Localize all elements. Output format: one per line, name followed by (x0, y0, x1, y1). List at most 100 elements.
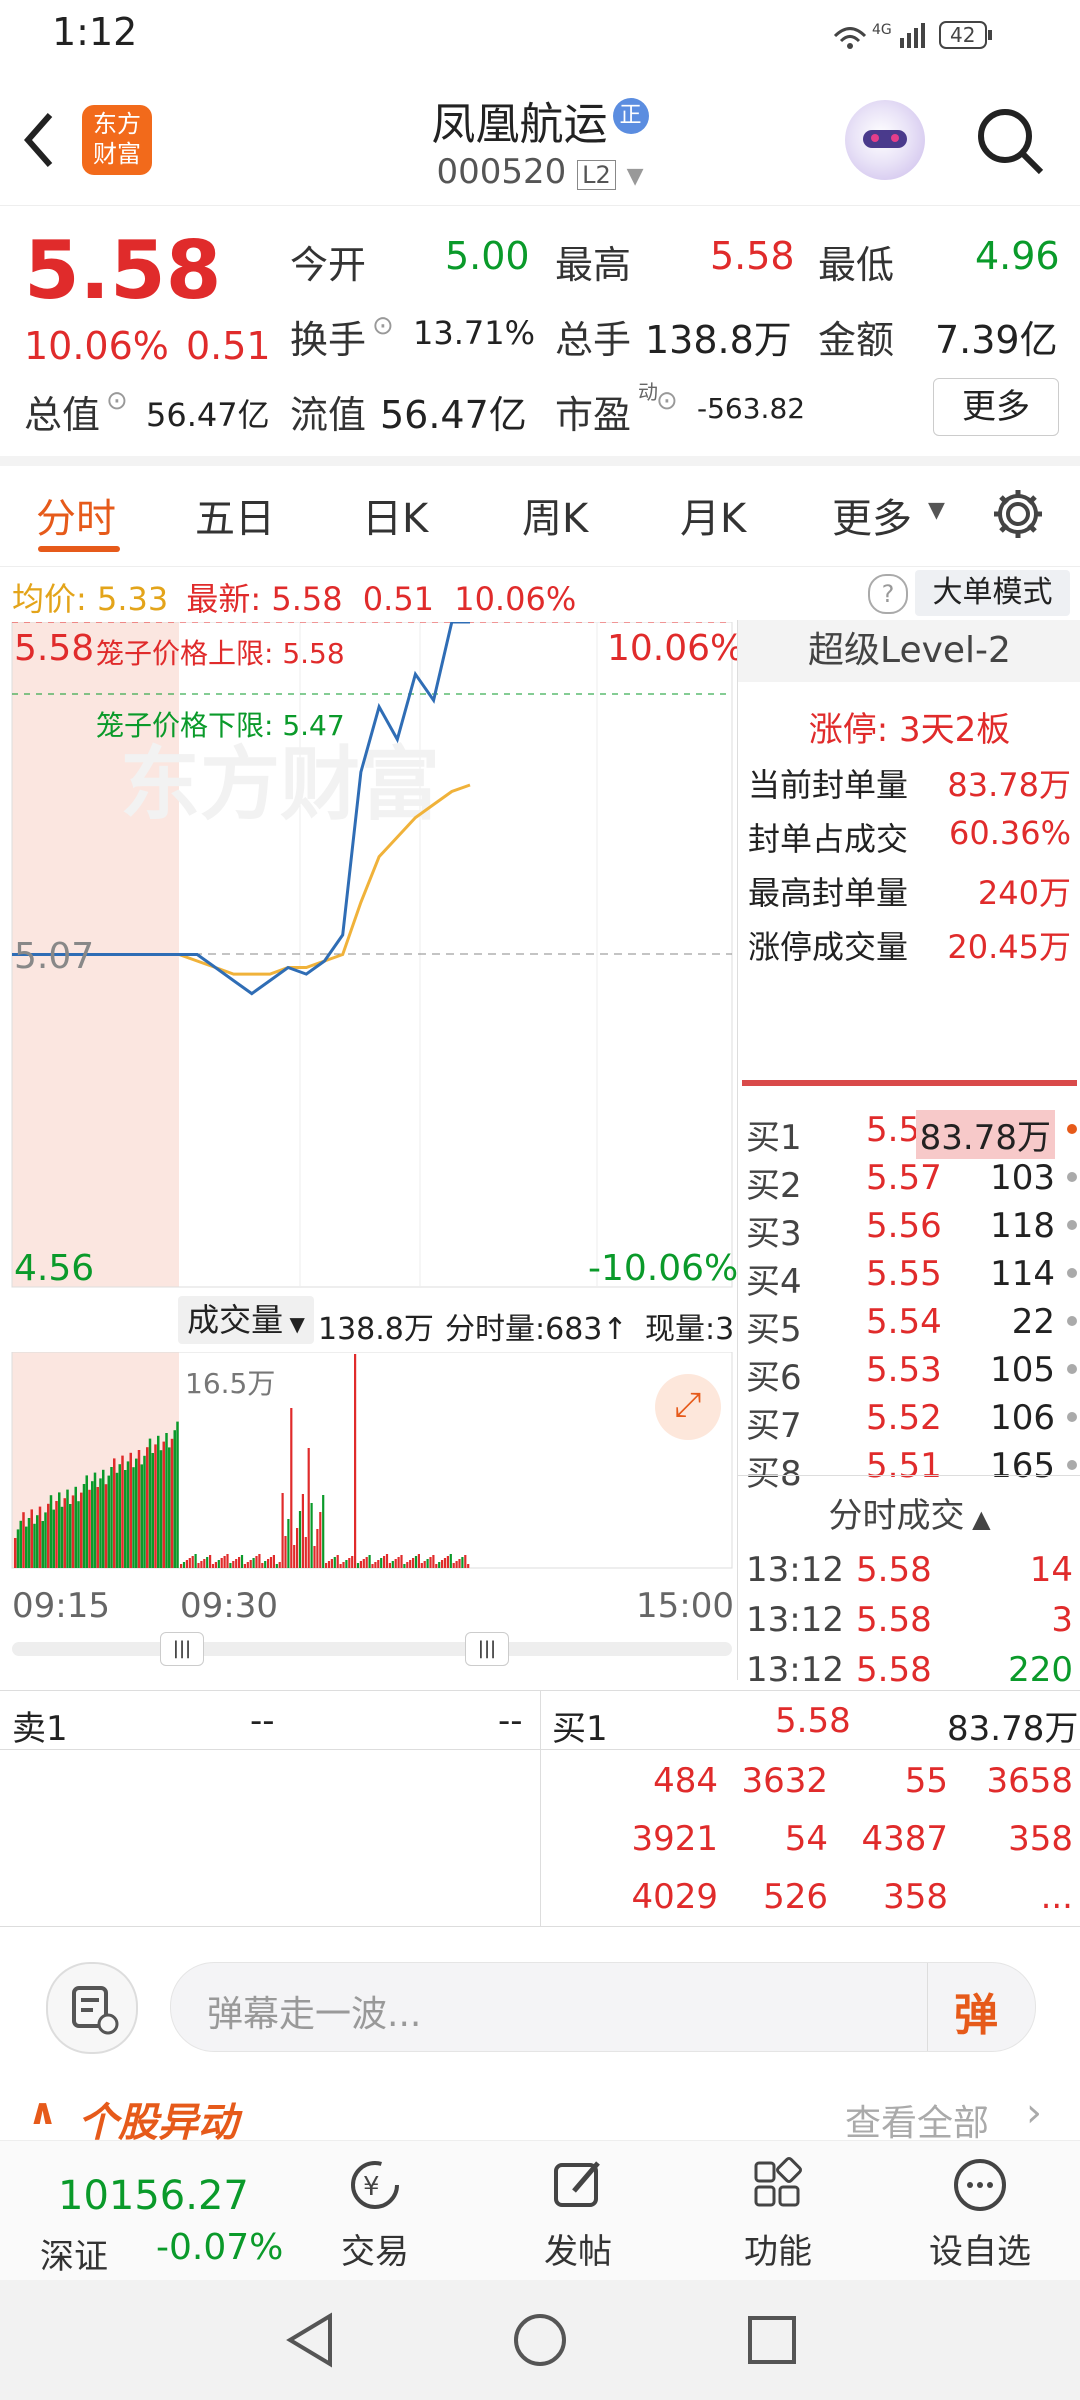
volume-bar (467, 1564, 470, 1568)
volume-bar (165, 1433, 168, 1568)
volume-bar (243, 1564, 246, 1568)
volume-bar (255, 1556, 258, 1568)
stock-alert-strip[interactable]: ∧ 个股异动 查看全部 › (0, 2090, 1080, 2146)
volume-bar (261, 1563, 264, 1568)
big-order-mode-button[interactable]: 大单模式 (915, 570, 1070, 616)
bid-price: 5.55 (866, 1254, 942, 1294)
tab-weekly[interactable]: 周K (522, 486, 588, 544)
tick-time: 13:12 (746, 1650, 844, 1690)
slider-handle-left[interactable]: ||| (160, 1632, 204, 1666)
bid-row[interactable]: 买5 5.54 22 (738, 1298, 1080, 1350)
volume-bar (400, 1555, 403, 1568)
volume-bar (121, 1455, 124, 1568)
volume-bar (110, 1467, 113, 1568)
volume-bar (322, 1495, 325, 1568)
tab-intraday[interactable]: 分时 (36, 486, 116, 544)
danmu-settings-icon[interactable] (46, 1962, 138, 2054)
volume-chart[interactable] (0, 1352, 737, 1577)
volume-bar (235, 1559, 238, 1568)
volume-bar (293, 1545, 296, 1568)
volume-bar (452, 1563, 455, 1568)
info-icon[interactable]: ⊙ (106, 386, 128, 416)
tab-monthly[interactable]: 月K (680, 486, 746, 544)
stock-code: 000520 (436, 152, 567, 192)
index-value: 10156.27 (58, 2173, 249, 2219)
bid-dot-icon (1067, 1364, 1077, 1374)
search-icon[interactable] (975, 106, 1047, 178)
view-all-link[interactable]: 查看全部 (845, 2094, 989, 2146)
bid-row[interactable]: 买7 5.52 106 (738, 1394, 1080, 1446)
danmu-bar: 弹幕走一波... 弹 (0, 1950, 1080, 2070)
nav-add-watchlist[interactable]: 设自选 (910, 2155, 1050, 2273)
danmu-input[interactable]: 弹幕走一波... 弹 (170, 1962, 1036, 2052)
volume-bar (391, 1561, 394, 1568)
system-home-icon[interactable] (510, 2310, 570, 2370)
volume-label: 成交量 (187, 1301, 284, 1339)
expand-icon[interactable]: ⤢ (655, 1374, 721, 1440)
level2-stat-value: 20.45万 (947, 928, 1071, 966)
tab-more[interactable]: 更多 (832, 486, 912, 544)
system-back-icon[interactable] (282, 2310, 338, 2370)
turnover-label: 换手 (290, 318, 367, 362)
bid-price: 5.54 (866, 1302, 942, 1342)
bid-row[interactable]: 买8 5.51 165 (738, 1442, 1080, 1494)
tab-daily[interactable]: 日K (362, 486, 428, 544)
volume-bar (298, 1511, 302, 1568)
nav-functions[interactable]: 功能 (708, 2155, 848, 2273)
bid-dot-icon (1067, 1316, 1077, 1326)
nav-post[interactable]: 发帖 (508, 2155, 648, 2273)
tick-volume: 3 (1051, 1600, 1073, 1640)
bid-dot-icon (1067, 1268, 1077, 1278)
bid-row[interactable]: 买4 5.55 114 (738, 1250, 1080, 1302)
volume-bar (356, 1563, 360, 1568)
volume-bar (362, 1559, 365, 1568)
danmu-send-button[interactable]: 弹 (954, 1979, 998, 2043)
volume-bar (380, 1558, 383, 1568)
volume-bar (214, 1562, 217, 1568)
level2-title[interactable]: 超级Level-2 (738, 620, 1080, 682)
volume-bar (176, 1421, 179, 1568)
volume-selector[interactable]: 成交量 ▼ (178, 1296, 314, 1344)
bid-label: 买4 (746, 1262, 802, 1302)
chevron-down-icon: ▼ (283, 1312, 305, 1336)
tick-trades-header[interactable]: 分时成交 ▲ (738, 1488, 1080, 1537)
gear-icon[interactable] (990, 486, 1046, 542)
info-icon[interactable]: ⊙ (656, 386, 678, 416)
nav-trade[interactable]: ¥ 交易 (305, 2155, 445, 2273)
volume-bar (458, 1559, 461, 1568)
info-icon[interactable]: ⊙ (372, 311, 394, 341)
volume-bar (246, 1562, 249, 1568)
bid-label: 买2 (746, 1166, 802, 1206)
more-button[interactable]: 更多 (933, 378, 1059, 436)
volume-bar (348, 1558, 351, 1568)
bid-volume: 165 (990, 1446, 1055, 1486)
bid-row[interactable]: 买6 5.53 105 (738, 1346, 1080, 1398)
volume-bar (140, 1464, 143, 1568)
bid-row[interactable]: 买2 5.57 103 (738, 1154, 1080, 1206)
pe-label: 市盈 (555, 393, 632, 437)
robot-avatar-icon[interactable] (845, 100, 925, 180)
volume-bar (426, 1559, 429, 1568)
queue-cell: 484 (653, 1761, 718, 1801)
help-icon[interactable]: ? (868, 574, 908, 614)
volume-bar (99, 1478, 102, 1568)
volume-bar (275, 1564, 278, 1568)
volume-bar (446, 1556, 449, 1568)
volume-bar (82, 1484, 86, 1568)
index-ticker[interactable]: 10156.27 深证 -0.07% (0, 2141, 290, 2281)
tab-5day[interactable]: 五日 (195, 486, 275, 544)
system-recents-icon[interactable] (742, 2310, 802, 2370)
volume-bar (180, 1564, 183, 1568)
volume-bar (168, 1447, 171, 1568)
volume-bar (107, 1475, 110, 1568)
top-pct-label: 10.06% (607, 628, 745, 669)
quote-panel: 5.58 10.06% 0.51 今开 5.00 最高 5.58 最低 4.96… (0, 206, 1080, 466)
volume-bar (449, 1554, 452, 1568)
time-slider-track[interactable] (12, 1642, 732, 1656)
bid-row[interactable]: 买3 5.56 118 (738, 1202, 1080, 1254)
bid-row[interactable]: 买1 5.58 83.78万 (738, 1106, 1080, 1159)
slider-handle-right[interactable]: ||| (465, 1632, 509, 1666)
bid-volume: 103 (990, 1158, 1055, 1198)
level2-stat-row: 当前封单量 83.78万 (738, 760, 1080, 810)
tick-header-label: 分时成交 (828, 1496, 965, 1536)
